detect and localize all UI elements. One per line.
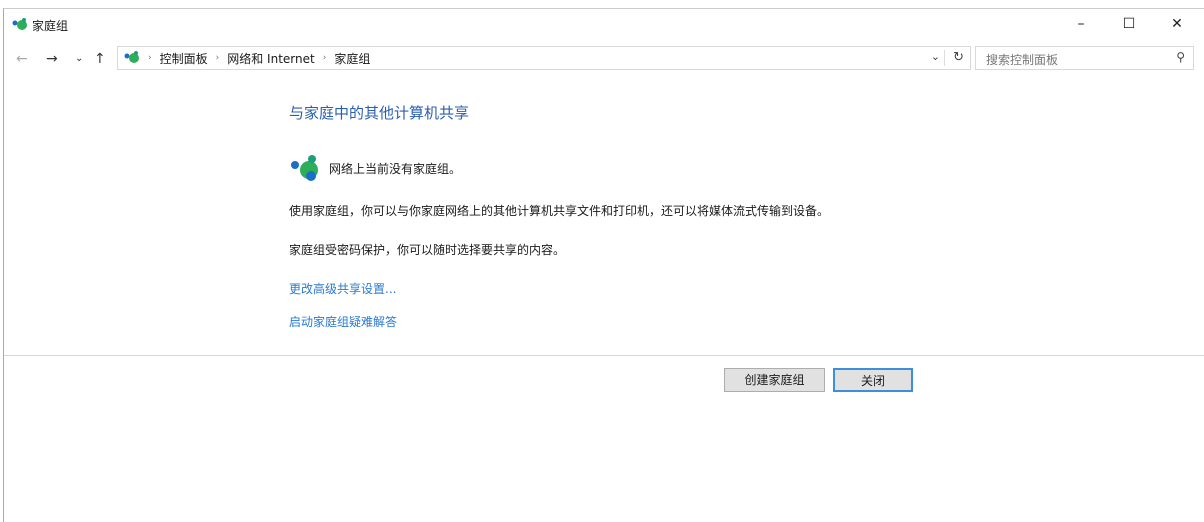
title-bar: 家庭组 – ☐ ✕ [4,9,1204,39]
divider [944,50,945,66]
close-button[interactable]: 关闭 [833,368,913,392]
homegroup-icon [124,50,140,67]
chevron-right-icon: › [215,53,220,63]
troubleshooter-link[interactable]: 启动家庭组疑难解答 [289,313,829,330]
minimize-button[interactable]: – [1058,9,1104,39]
status-row: 网络上当前没有家庭组。 [289,153,829,184]
window-title: 家庭组 [32,19,69,33]
homegroup-icon [12,16,28,35]
status-text: 网络上当前没有家庭组。 [329,162,462,176]
main-content: 与家庭中的其他计算机共享 网络上当前没有家庭组。 使用家庭组，你可以与你家庭网络… [289,102,829,346]
forward-button[interactable]: → [46,51,58,67]
chevron-right-icon: › [148,53,152,63]
chevron-down-icon[interactable]: ⌄ [931,50,940,63]
refresh-icon[interactable]: ↻ [953,50,964,65]
chevron-right-icon: › [322,53,327,63]
create-homegroup-button[interactable]: 创建家庭组 [724,368,825,392]
divider [4,355,1204,356]
up-button[interactable]: ↑ [94,51,106,67]
breadcrumb-homegroup[interactable]: 家庭组 [334,50,370,67]
homegroup-icon [289,153,321,184]
recent-locations-button[interactable]: ⌄ [75,53,83,64]
homegroup-window: 家庭组 – ☐ ✕ ← → ⌄ ↑ › 控制面板 › 网络和 Internet … [3,8,1204,522]
breadcrumb-control-panel[interactable]: 控制面板 [160,50,208,67]
breadcrumb-network[interactable]: 网络和 Internet [227,50,314,67]
password-note: 家庭组受密码保护，你可以随时选择要共享的内容。 [289,243,566,257]
maximize-button[interactable]: ☐ [1106,9,1152,39]
search-icon[interactable]: ⚲ [1176,50,1185,64]
search-placeholder: 搜索控制面板 [986,53,1059,67]
address-bar[interactable]: › 控制面板 › 网络和 Internet › 家庭组 ⌄ ↻ [117,46,971,70]
advanced-sharing-link[interactable]: 更改高级共享设置... [289,280,829,297]
back-button[interactable]: ← [16,51,28,67]
close-window-button[interactable]: ✕ [1154,9,1200,39]
description-text: 使用家庭组，你可以与你家庭网络上的其他计算机共享文件和打印机，还可以将媒体流式传… [289,204,830,218]
search-input[interactable]: 搜索控制面板 ⚲ [975,46,1194,70]
page-title: 与家庭中的其他计算机共享 [289,104,470,122]
